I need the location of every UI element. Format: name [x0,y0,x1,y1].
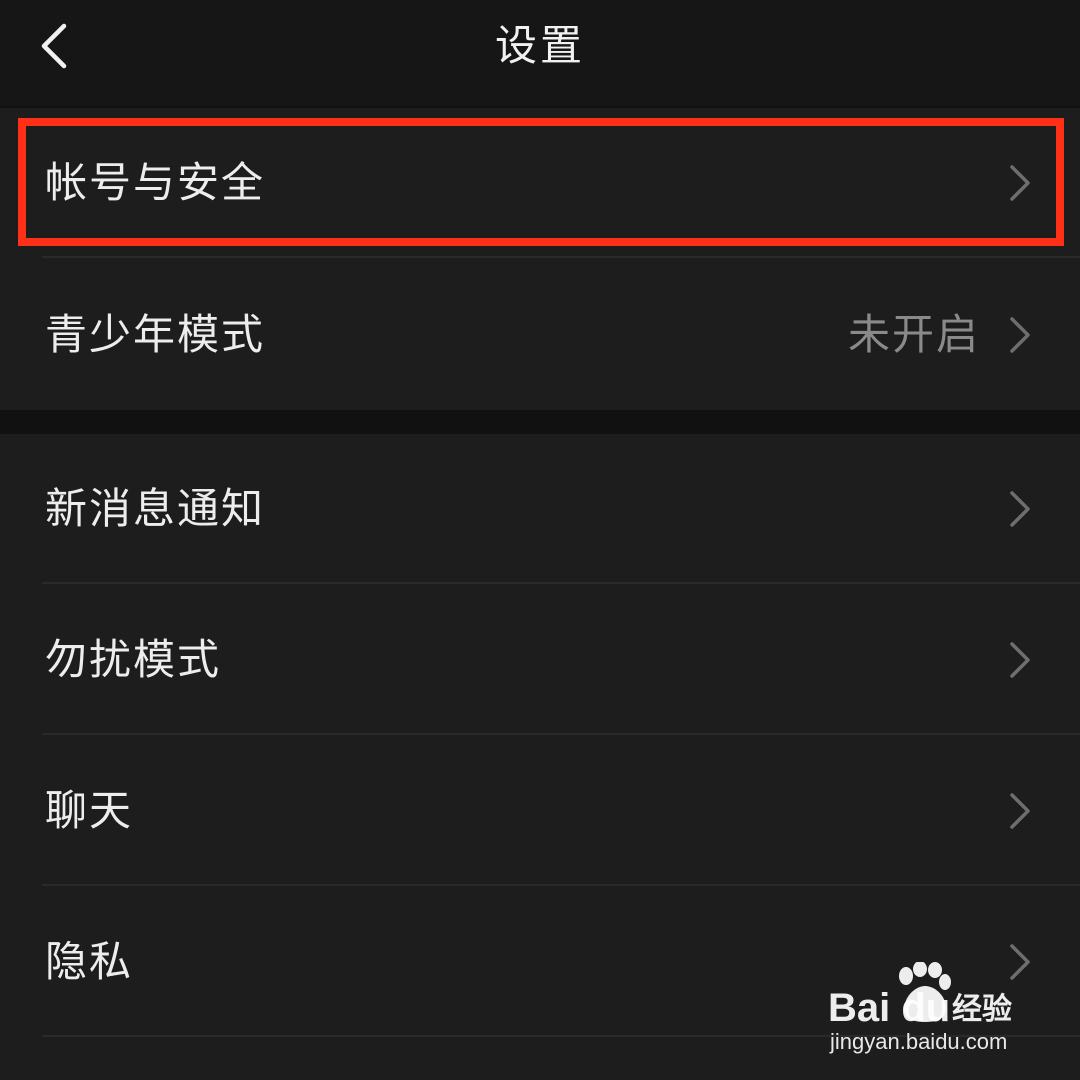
settings-item-teen-mode[interactable]: 青少年模式 未开启 [0,260,1080,410]
highlight-annotation-box [18,118,1064,246]
settings-item-label: 勿扰模式 [45,635,222,684]
settings-item-status: 未开启 [847,310,980,359]
page-title: 设置 [494,21,585,70]
divider [42,884,1080,886]
watermark-product: 经验 [952,992,1012,1027]
watermark: Bai du 经验 jingyan.baidu.com [828,962,1068,1062]
settings-item-chat[interactable]: 聊天 [0,736,1080,886]
divider [42,582,1080,584]
watermark-brand: Bai du [828,986,951,1030]
chevron-right-icon [1008,316,1032,354]
settings-item-label: 青少年模式 [45,310,266,359]
settings-item-notifications[interactable]: 新消息通知 [0,434,1080,584]
settings-item-label: 聊天 [45,786,134,835]
settings-item-do-not-disturb[interactable]: 勿扰模式 [0,585,1080,735]
chevron-right-icon [1008,792,1032,830]
divider [42,733,1080,735]
chevron-right-icon [1008,490,1032,528]
nav-bar: 设置 [0,0,1080,106]
watermark-url: jingyan.baidu.com [830,1029,1008,1054]
chevron-right-icon [1008,641,1032,679]
settings-item-label: 新消息通知 [45,484,266,533]
divider [42,256,1080,258]
settings-item-label: 隐私 [45,937,134,986]
